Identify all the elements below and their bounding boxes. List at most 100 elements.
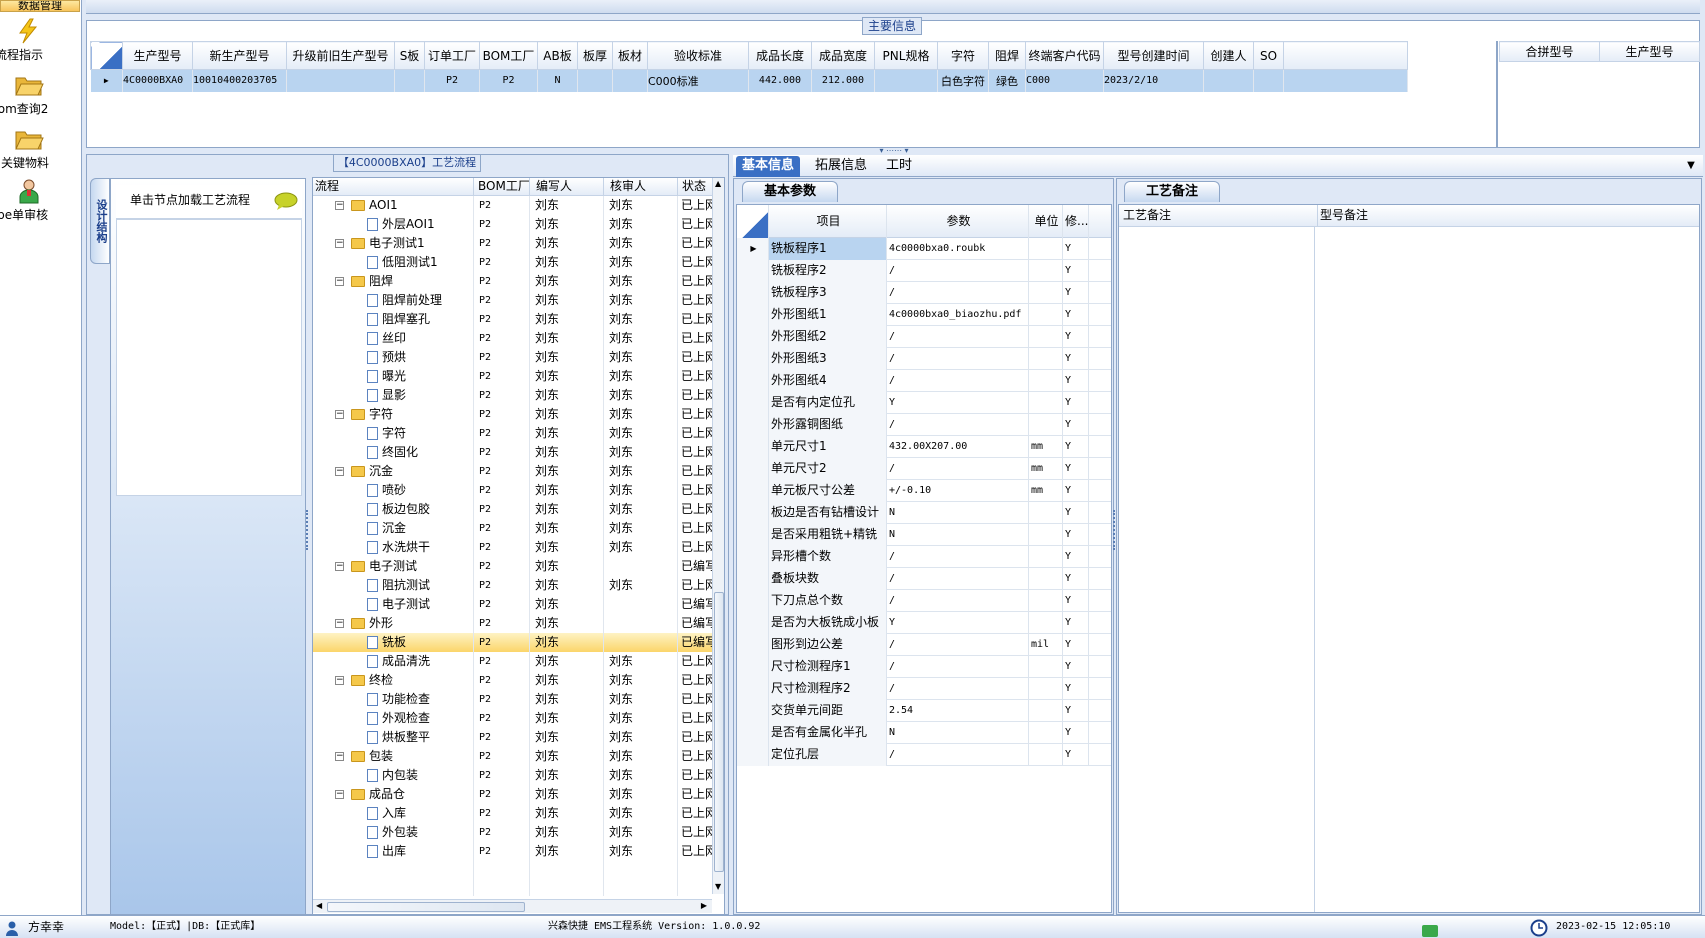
splitter-grip[interactable]: [306, 510, 310, 550]
tree-node[interactable]: 内包装 P2 刘东 刘东 已上网: [313, 766, 714, 785]
param-cell-value[interactable]: /: [887, 370, 1029, 392]
param-cell-value[interactable]: /: [887, 260, 1029, 282]
tree-node[interactable]: 曝光 P2 刘东 刘东 已上网: [313, 367, 714, 386]
col-header[interactable]: 验收标准: [647, 41, 749, 70]
collapse-icon[interactable]: −: [335, 752, 344, 761]
param-row[interactable]: 图形到边公差 / mil Y: [737, 634, 1111, 656]
param-cell-value[interactable]: N: [887, 524, 1029, 546]
col-header[interactable]: 状态: [677, 178, 717, 195]
col-header[interactable]: 工艺备注: [1123, 205, 1171, 226]
tree-node[interactable]: 外层AOI1 P2 刘东 刘东 已上网: [313, 215, 714, 234]
tree-hscrollbar[interactable]: ◀ ▶: [313, 899, 712, 913]
col-header[interactable]: PNL规格: [874, 41, 938, 70]
table-cell[interactable]: 10010400203705: [192, 69, 287, 92]
tree-node[interactable]: 显影 P2 刘东 刘东 已上网: [313, 386, 714, 405]
tree-node[interactable]: 水洗烘干 P2 刘东 刘东 已上网: [313, 538, 714, 557]
table-cell[interactable]: 442.000: [748, 69, 812, 92]
col-header[interactable]: 成品宽度: [811, 41, 875, 70]
splitter[interactable]: [1496, 41, 1498, 147]
table-cell[interactable]: C000标准: [647, 69, 749, 92]
collapse-icon[interactable]: −: [335, 619, 344, 628]
col-header[interactable]: 流程: [315, 178, 339, 195]
collapse-icon[interactable]: −: [335, 277, 344, 286]
col-header[interactable]: BOM工厂: [473, 178, 529, 195]
param-row[interactable]: 外形图纸3/ Y: [737, 348, 1111, 370]
table-cell[interactable]: N: [537, 69, 578, 92]
col-header[interactable]: 型号创建时间: [1103, 41, 1204, 70]
table-cell[interactable]: [286, 69, 395, 92]
nav-top-item[interactable]: 数据管理: [0, 0, 80, 12]
param-row[interactable]: 交货单元间距 2.54 Y: [737, 700, 1111, 722]
table-cell[interactable]: [394, 69, 425, 92]
col-header[interactable]: 创建人: [1203, 41, 1254, 70]
tree-node[interactable]: 低阻测试1 P2 刘东 刘东 已上网: [313, 253, 714, 272]
collapse-icon[interactable]: −: [335, 562, 344, 571]
col-header[interactable]: 新生产型号: [192, 41, 287, 70]
scroll-thumb[interactable]: [714, 592, 724, 872]
tree-node[interactable]: 丝印 P2 刘东 刘东 已上网: [313, 329, 714, 348]
param-row[interactable]: 铣板程序3/ Y: [737, 282, 1111, 304]
param-row[interactable]: 尺寸检测程序2/ Y: [737, 678, 1111, 700]
nav-item-flow[interactable]: 流程指示: [0, 18, 82, 63]
tab-extended-info[interactable]: 拓展信息: [809, 156, 873, 177]
tree-node[interactable]: 板边包胶 P2 刘东 刘东 已上网: [313, 500, 714, 519]
tree-node[interactable]: 外观检查 P2 刘东 刘东 已上网: [313, 709, 714, 728]
tree-node[interactable]: 入库 P2 刘东 刘东 已上网: [313, 804, 714, 823]
tab-basic-info[interactable]: 基本信息: [736, 156, 800, 177]
tree-node[interactable]: − 外形 P2 刘东 已编写: [313, 614, 714, 633]
table-cell[interactable]: 4C0000BXA0: [122, 69, 193, 92]
table-cell[interactable]: [577, 69, 613, 92]
col-header[interactable]: 型号备注: [1317, 205, 1368, 227]
tree-node[interactable]: 喷砂 P2 刘东 刘东 已上网: [313, 481, 714, 500]
param-cell-value[interactable]: /: [887, 678, 1029, 700]
param-row[interactable]: 定位孔层 / Y: [737, 744, 1111, 766]
col-header[interactable]: 生产型号: [122, 41, 193, 70]
param-row[interactable]: 单元尺寸1 432.00X207.00 mm Y: [737, 436, 1111, 458]
collapse-icon[interactable]: −: [335, 201, 344, 210]
col-header[interactable]: SO: [1253, 41, 1284, 70]
table-cell[interactable]: [1283, 69, 1408, 92]
param-row[interactable]: 铣板程序2/ Y: [737, 260, 1111, 282]
param-row[interactable]: 外形露铜图纸 / Y: [737, 414, 1111, 436]
param-cell-value[interactable]: /: [887, 458, 1029, 480]
tree-node[interactable]: 沉金 P2 刘东 刘东 已上网: [313, 519, 714, 538]
param-cell-value[interactable]: /: [887, 656, 1029, 678]
param-row[interactable]: 单元尺寸2/mm Y: [737, 458, 1111, 480]
param-cell-value[interactable]: N: [887, 502, 1029, 524]
col-header[interactable]: 单位: [1029, 205, 1063, 238]
tree-node[interactable]: 阻焊前处理 P2 刘东 刘东 已上网: [313, 291, 714, 310]
tree-node[interactable]: 烘板整平 P2 刘东 刘东 已上网: [313, 728, 714, 747]
tree-node[interactable]: − 成品仓 P2 刘东 刘东 已上网: [313, 785, 714, 804]
param-row[interactable]: 外形图纸4/ Y: [737, 370, 1111, 392]
tree-node[interactable]: − 包装 P2 刘东 刘东 已上网: [313, 747, 714, 766]
tree-node[interactable]: 功能检查 P2 刘东 刘东 已上网: [313, 690, 714, 709]
structure-list[interactable]: [116, 219, 302, 496]
param-cell-value[interactable]: 2.54: [887, 700, 1029, 722]
param-row[interactable]: 是否采用粗铣+精铣 N Y: [737, 524, 1111, 546]
model-remarks-input[interactable]: [1317, 227, 1699, 912]
tree-node[interactable]: 电子测试 P2 刘东 已编写: [313, 595, 714, 614]
param-cell-value[interactable]: Y: [887, 392, 1029, 414]
col-header[interactable]: BOM工厂: [479, 41, 538, 70]
tab-design-structure[interactable]: 设计结构: [90, 178, 110, 264]
process-remarks-input[interactable]: [1119, 227, 1315, 912]
tree-node[interactable]: − 电子测试1 P2 刘东 刘东 已上网: [313, 234, 714, 253]
col-header[interactable]: 合拼型号: [1499, 41, 1600, 62]
param-cell-value[interactable]: /: [887, 590, 1029, 612]
param-cell-value[interactable]: /: [887, 634, 1029, 656]
table-cell[interactable]: [1203, 69, 1254, 92]
col-header[interactable]: AB板: [537, 41, 578, 70]
scroll-left-icon[interactable]: ◀: [316, 901, 322, 910]
col-header[interactable]: 修...: [1063, 205, 1089, 238]
param-row[interactable]: 单元板尺寸公差 +/-0.10 mm Y: [737, 480, 1111, 502]
collapse-icon[interactable]: −: [335, 790, 344, 799]
tree-node[interactable]: − AOI1 P2 刘东 刘东 已上网: [313, 196, 714, 215]
splitter-handle[interactable]: ▾ ⋯⋯ ▾: [866, 147, 922, 155]
tree-node[interactable]: 外包装 P2 刘东 刘东 已上网: [313, 823, 714, 842]
table-cell[interactable]: P2: [424, 69, 480, 92]
col-header[interactable]: 订单工厂: [424, 41, 480, 70]
col-header[interactable]: 阻焊: [988, 41, 1026, 70]
param-cell-value[interactable]: +/-0.10: [887, 480, 1029, 502]
table-cell[interactable]: [612, 69, 648, 92]
tree-node[interactable]: − 电子测试 P2 刘东 已编写: [313, 557, 714, 576]
